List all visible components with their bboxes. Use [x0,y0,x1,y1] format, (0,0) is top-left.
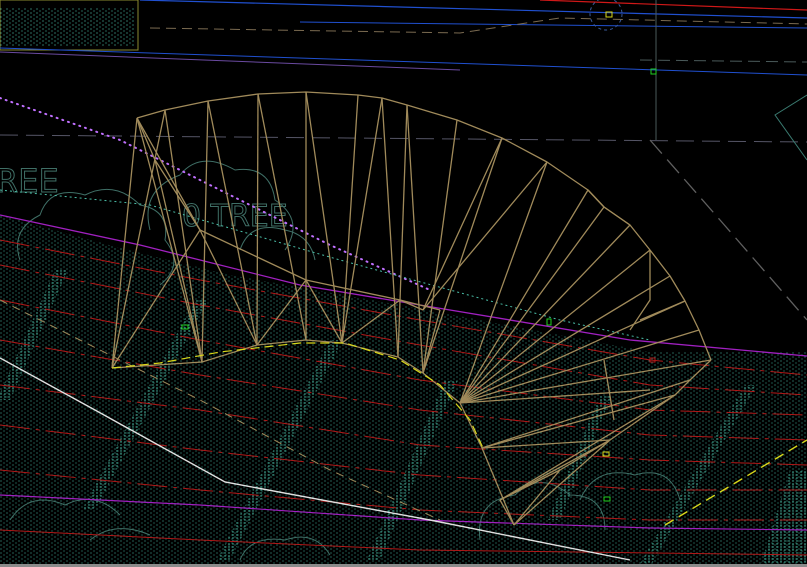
cad-canvas[interactable]: REE 0 TREE [0,0,807,567]
tree-label-left: REE [0,162,59,200]
hatch-field [0,215,807,567]
cad-drawing-viewport[interactable]: REE 0 TREE [0,0,807,567]
tree-label-right: 0 TREE [182,199,288,234]
tree-labels: REE 0 TREE [0,162,288,235]
top-left-block [0,0,139,51]
